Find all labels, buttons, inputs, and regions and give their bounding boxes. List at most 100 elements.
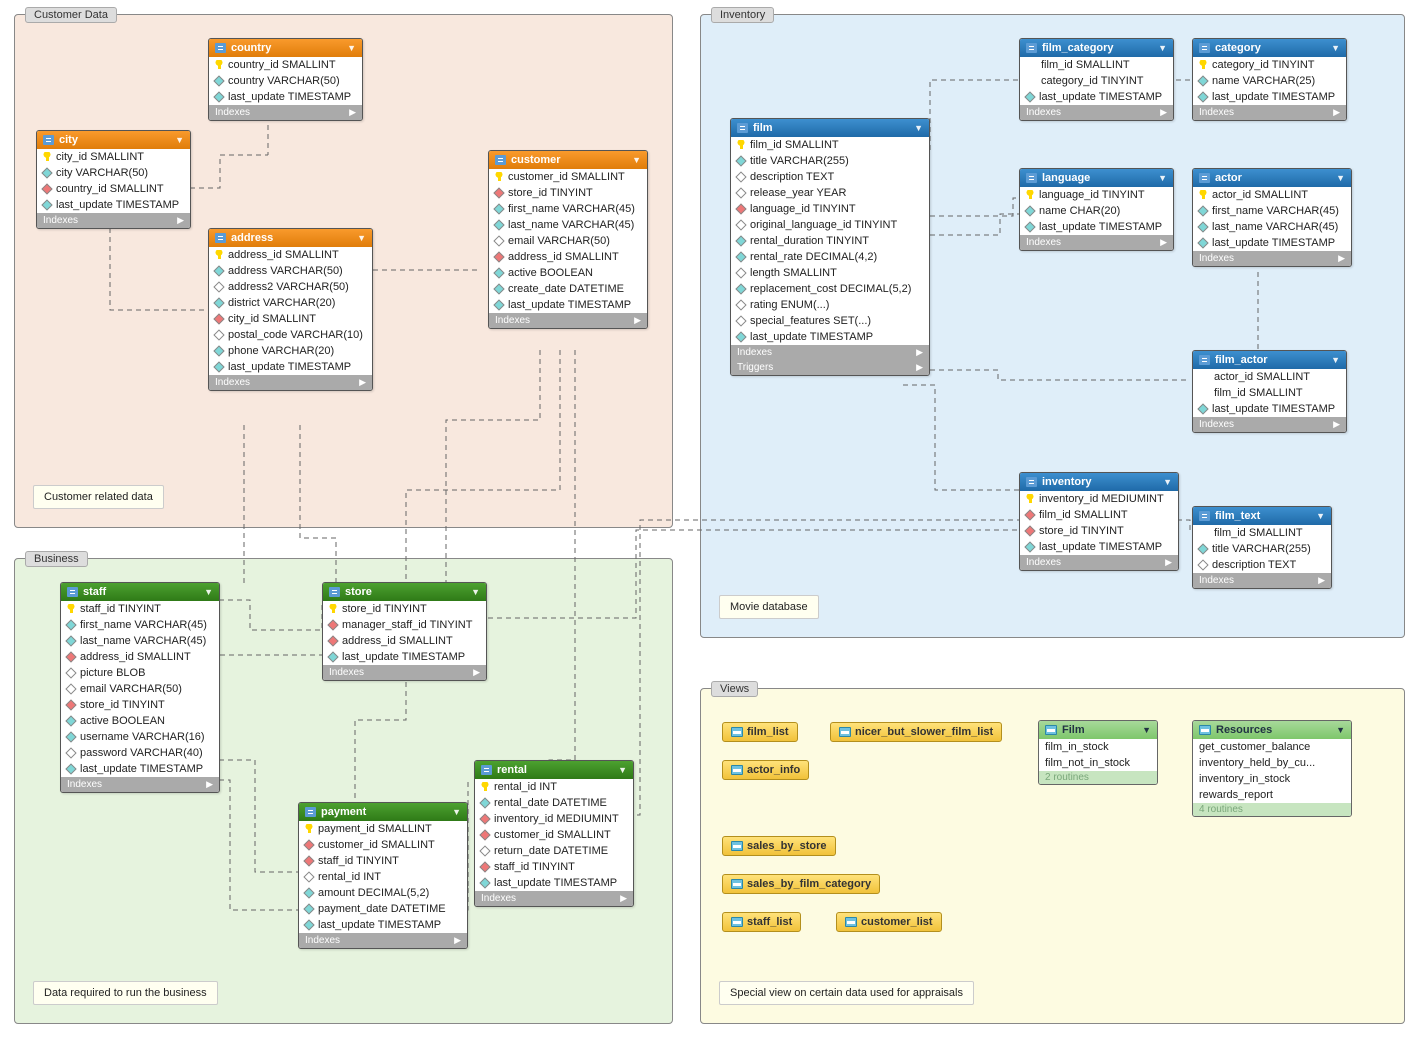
table-footer-indexes[interactable]: Indexes <box>37 213 190 228</box>
table-store[interactable]: store store_id TINYINTmanager_staff_id T… <box>322 582 487 681</box>
collapse-icon[interactable] <box>618 764 627 776</box>
view-film-list[interactable]: film_list <box>722 722 798 742</box>
table-header[interactable]: film_actor <box>1193 351 1346 369</box>
table-header[interactable]: staff <box>61 583 219 601</box>
collapse-icon[interactable] <box>347 42 356 54</box>
table-icon <box>495 155 506 165</box>
table-header[interactable]: category <box>1193 39 1346 57</box>
collapse-icon[interactable] <box>1316 510 1325 522</box>
table-columns: rental_id INTrental_date DATETIMEinvento… <box>475 779 633 891</box>
table-header[interactable]: inventory <box>1020 473 1178 491</box>
routines-header[interactable]: Resources <box>1193 721 1351 739</box>
column-row: customer_id SMALLINT <box>475 827 633 843</box>
column-row: original_language_id TINYINT <box>731 217 929 233</box>
table-header[interactable]: store <box>323 583 486 601</box>
region-label: Customer Data <box>25 7 117 23</box>
table-footer-indexes[interactable]: Indexes <box>731 345 929 360</box>
collapse-icon[interactable] <box>914 122 923 134</box>
routines-film[interactable]: Film film_in_stock film_not_in_stock 2 r… <box>1038 720 1158 785</box>
collapse-icon[interactable] <box>632 154 641 166</box>
table-header[interactable]: city <box>37 131 190 149</box>
collapse-icon[interactable] <box>204 586 213 598</box>
view-nicer-but-slower-film-list[interactable]: nicer_but_slower_film_list <box>830 722 1002 742</box>
table-customer[interactable]: customer customer_id SMALLINTstore_id TI… <box>488 150 648 329</box>
table-footer-indexes[interactable]: Indexes <box>1193 251 1351 266</box>
table-title: film_text <box>1215 510 1260 522</box>
column-row: first_name VARCHAR(45) <box>1193 203 1351 219</box>
table-header[interactable]: film <box>731 119 929 137</box>
table-footer-indexes[interactable]: Indexes <box>1020 555 1178 570</box>
table-actor[interactable]: actor actor_id SMALLINTfirst_name VARCHA… <box>1192 168 1352 267</box>
table-header[interactable]: language <box>1020 169 1173 187</box>
column-icon <box>213 297 224 308</box>
table-footer-indexes[interactable]: Indexes <box>209 105 362 120</box>
column-icon <box>479 877 490 888</box>
column-row: last_update TIMESTAMP <box>299 917 467 933</box>
foreign-key-icon <box>479 813 490 824</box>
view-customer-list[interactable]: customer_list <box>836 912 942 932</box>
collapse-icon[interactable] <box>452 806 461 818</box>
table-header[interactable]: address <box>209 229 372 247</box>
table-footer-indexes[interactable]: Indexes <box>1193 417 1346 432</box>
column-text: last_update TIMESTAMP <box>508 299 631 311</box>
collapse-icon[interactable] <box>471 586 480 598</box>
table-footer-indexes[interactable]: Indexes <box>299 933 467 948</box>
table-footer-indexes[interactable]: Indexes <box>1193 573 1331 588</box>
routines-resources[interactable]: Resources get_customer_balance inventory… <box>1192 720 1352 817</box>
collapse-icon[interactable] <box>1142 724 1151 736</box>
table-footer-indexes[interactable]: Indexes <box>475 891 633 906</box>
table-category[interactable]: category category_id TINYINTname VARCHAR… <box>1192 38 1347 121</box>
table-header[interactable]: rental <box>475 761 633 779</box>
column-text: last_update TIMESTAMP <box>1212 403 1335 415</box>
table-footer-triggers[interactable]: Triggers <box>731 360 929 375</box>
table-columns: store_id TINYINTmanager_staff_id TINYINT… <box>323 601 486 665</box>
table-header[interactable]: film_text <box>1193 507 1331 525</box>
table-staff[interactable]: staff staff_id TINYINTfirst_name VARCHAR… <box>60 582 220 793</box>
collapse-icon[interactable] <box>1158 172 1167 184</box>
table-footer-indexes[interactable]: Indexes <box>1020 235 1173 250</box>
table-title: rental <box>497 764 527 776</box>
table-film-category[interactable]: film_category film_id SMALLINTcategory_i… <box>1019 38 1174 121</box>
column-row: title VARCHAR(255) <box>1193 541 1331 557</box>
table-language[interactable]: language language_id TINYINTname CHAR(20… <box>1019 168 1174 251</box>
table-payment[interactable]: payment payment_id SMALLINTcustomer_id S… <box>298 802 468 949</box>
collapse-icon[interactable] <box>357 232 366 244</box>
collapse-icon[interactable] <box>1331 354 1340 366</box>
table-footer-indexes[interactable]: Indexes <box>489 313 647 328</box>
table-header[interactable]: country <box>209 39 362 57</box>
view-staff-list[interactable]: staff_list <box>722 912 801 932</box>
table-footer-indexes[interactable]: Indexes <box>1193 105 1346 120</box>
collapse-icon[interactable] <box>1336 724 1345 736</box>
table-film-text[interactable]: film_text film_id SMALLINTtitle VARCHAR(… <box>1192 506 1332 589</box>
view-sales-by-store[interactable]: sales_by_store <box>722 836 836 856</box>
collapse-icon[interactable] <box>1163 476 1172 488</box>
column-row: last_update TIMESTAMP <box>1193 89 1346 105</box>
collapse-icon[interactable] <box>1336 172 1345 184</box>
table-header[interactable]: customer <box>489 151 647 169</box>
table-film[interactable]: film film_id SMALLINTtitle VARCHAR(255)d… <box>730 118 930 376</box>
table-rental[interactable]: rental rental_id INTrental_date DATETIME… <box>474 760 634 907</box>
table-columns: film_id SMALLINTtitle VARCHAR(255)descri… <box>1193 525 1331 573</box>
table-footer-indexes[interactable]: Indexes <box>61 777 219 792</box>
table-footer-indexes[interactable]: Indexes <box>1020 105 1173 120</box>
collapse-icon[interactable] <box>175 134 184 146</box>
table-country[interactable]: country country_id SMALLINTcountry VARCH… <box>208 38 363 121</box>
column-text: last_update TIMESTAMP <box>1039 541 1162 553</box>
table-footer-indexes[interactable]: Indexes <box>323 665 486 680</box>
table-footer-indexes[interactable]: Indexes <box>209 375 372 390</box>
table-header[interactable]: film_category <box>1020 39 1173 57</box>
column-text: manager_staff_id TINYINT <box>342 619 472 631</box>
collapse-icon[interactable] <box>1331 42 1340 54</box>
table-city[interactable]: city city_id SMALLINTcity VARCHAR(50)cou… <box>36 130 191 229</box>
table-address[interactable]: address address_id SMALLINTaddress VARCH… <box>208 228 373 391</box>
routines-header[interactable]: Film <box>1039 721 1157 739</box>
table-inventory[interactable]: inventory inventory_id MEDIUMINTfilm_id … <box>1019 472 1179 571</box>
column-icon <box>735 315 746 326</box>
table-header[interactable]: payment <box>299 803 467 821</box>
collapse-icon[interactable] <box>1158 42 1167 54</box>
view-sales-by-film-category[interactable]: sales_by_film_category <box>722 874 880 894</box>
view-actor-info[interactable]: actor_info <box>722 760 809 780</box>
table-film-actor[interactable]: film_actor actor_id SMALLINTfilm_id SMAL… <box>1192 350 1347 433</box>
table-header[interactable]: actor <box>1193 169 1351 187</box>
table-columns: category_id TINYINTname VARCHAR(25)last_… <box>1193 57 1346 105</box>
